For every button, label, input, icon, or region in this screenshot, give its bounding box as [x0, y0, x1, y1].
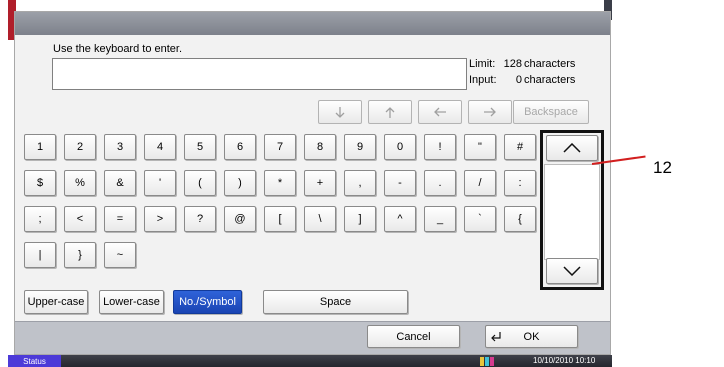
- key-button[interactable]: 9: [344, 134, 376, 160]
- character-limits: Limit: 128 characters Input: 0 character…: [469, 56, 575, 88]
- status-button[interactable]: Status: [8, 355, 61, 367]
- key-button[interactable]: {: [504, 206, 536, 232]
- key-button[interactable]: 6: [224, 134, 256, 160]
- dialog-titlebar: [15, 12, 610, 35]
- key-button[interactable]: <: [64, 206, 96, 232]
- key-button[interactable]: ^: [384, 206, 416, 232]
- arrow-right-icon: [484, 107, 496, 117]
- key-button[interactable]: &: [104, 170, 136, 196]
- key-button[interactable]: ': [144, 170, 176, 196]
- key-button[interactable]: .: [424, 170, 456, 196]
- input-count-units: characters: [524, 74, 576, 86]
- key-button[interactable]: 5: [184, 134, 216, 160]
- key-button[interactable]: ?: [184, 206, 216, 232]
- number-symbol-button[interactable]: No./Symbol: [173, 290, 242, 314]
- scroll-down-button[interactable]: [546, 258, 598, 284]
- key-button[interactable]: (: [184, 170, 216, 196]
- key-button[interactable]: ": [464, 134, 496, 160]
- chevron-up-icon: [563, 143, 581, 153]
- key-button[interactable]: :: [504, 170, 536, 196]
- key-button[interactable]: 8: [304, 134, 336, 160]
- key-button[interactable]: }: [64, 242, 96, 268]
- text-entry-field[interactable]: [52, 58, 467, 90]
- ok-label: OK: [523, 330, 540, 343]
- key-button[interactable]: 7: [264, 134, 296, 160]
- key-button[interactable]: +: [304, 170, 336, 196]
- arrow-up-icon: [385, 106, 395, 118]
- key-button[interactable]: 4: [144, 134, 176, 160]
- cancel-button[interactable]: Cancel: [367, 325, 460, 348]
- input-count-value: 0: [515, 74, 522, 86]
- key-button[interactable]: ): [224, 170, 256, 196]
- callout-number: 12: [653, 158, 672, 177]
- key-button[interactable]: 2: [64, 134, 96, 160]
- key-button[interactable]: 1: [24, 134, 56, 160]
- date-time: 10/10/2010 10:10: [533, 356, 596, 365]
- key-button[interactable]: ;: [24, 206, 56, 232]
- key-button[interactable]: ]: [344, 206, 376, 232]
- key-button[interactable]: $: [24, 170, 56, 196]
- device-status-icon: [480, 357, 494, 366]
- key-button[interactable]: @: [224, 206, 256, 232]
- space-button[interactable]: Space: [263, 290, 408, 314]
- key-button[interactable]: _: [424, 206, 456, 232]
- key-button[interactable]: =: [104, 206, 136, 232]
- key-button[interactable]: %: [64, 170, 96, 196]
- backspace-button[interactable]: Backspace: [513, 100, 589, 124]
- prompt-text: Use the keyboard to enter.: [53, 43, 183, 55]
- key-button[interactable]: `: [464, 206, 496, 232]
- cursor-left-button[interactable]: [418, 100, 462, 124]
- key-button[interactable]: -: [384, 170, 416, 196]
- key-button[interactable]: /: [464, 170, 496, 196]
- upper-case-button[interactable]: Upper-case: [24, 290, 88, 314]
- scroll-track[interactable]: [544, 164, 600, 260]
- cursor-up-button[interactable]: [368, 100, 412, 124]
- enter-icon: [491, 332, 501, 342]
- arrow-down-icon: [335, 106, 345, 118]
- ok-button[interactable]: OK: [485, 325, 578, 348]
- cursor-right-button[interactable]: [468, 100, 512, 124]
- input-count-label: Input:: [469, 74, 497, 86]
- screen: Use the keyboard to enter. Limit: 128 ch…: [0, 0, 724, 367]
- key-button[interactable]: \: [304, 206, 336, 232]
- limit-units: characters: [524, 58, 576, 70]
- lower-case-button[interactable]: Lower-case: [99, 290, 164, 314]
- key-button[interactable]: *: [264, 170, 296, 196]
- key-button[interactable]: 3: [104, 134, 136, 160]
- arrow-left-icon: [434, 107, 446, 117]
- chevron-down-icon: [563, 266, 581, 276]
- keyboard-dialog: Use the keyboard to enter. Limit: 128 ch…: [14, 11, 611, 355]
- limit-label: Limit:: [469, 58, 496, 70]
- key-button[interactable]: [: [264, 206, 296, 232]
- limit-value: 128: [503, 58, 522, 70]
- scroll-up-button[interactable]: [546, 135, 598, 161]
- key-button[interactable]: 0: [384, 134, 416, 160]
- key-button[interactable]: !: [424, 134, 456, 160]
- key-button[interactable]: ~: [104, 242, 136, 268]
- cursor-down-button[interactable]: [318, 100, 362, 124]
- status-bar: Status 10/10/2010 10:10: [8, 355, 612, 367]
- key-button[interactable]: |: [24, 242, 56, 268]
- key-button[interactable]: ,: [344, 170, 376, 196]
- key-button[interactable]: #: [504, 134, 536, 160]
- key-button[interactable]: >: [144, 206, 176, 232]
